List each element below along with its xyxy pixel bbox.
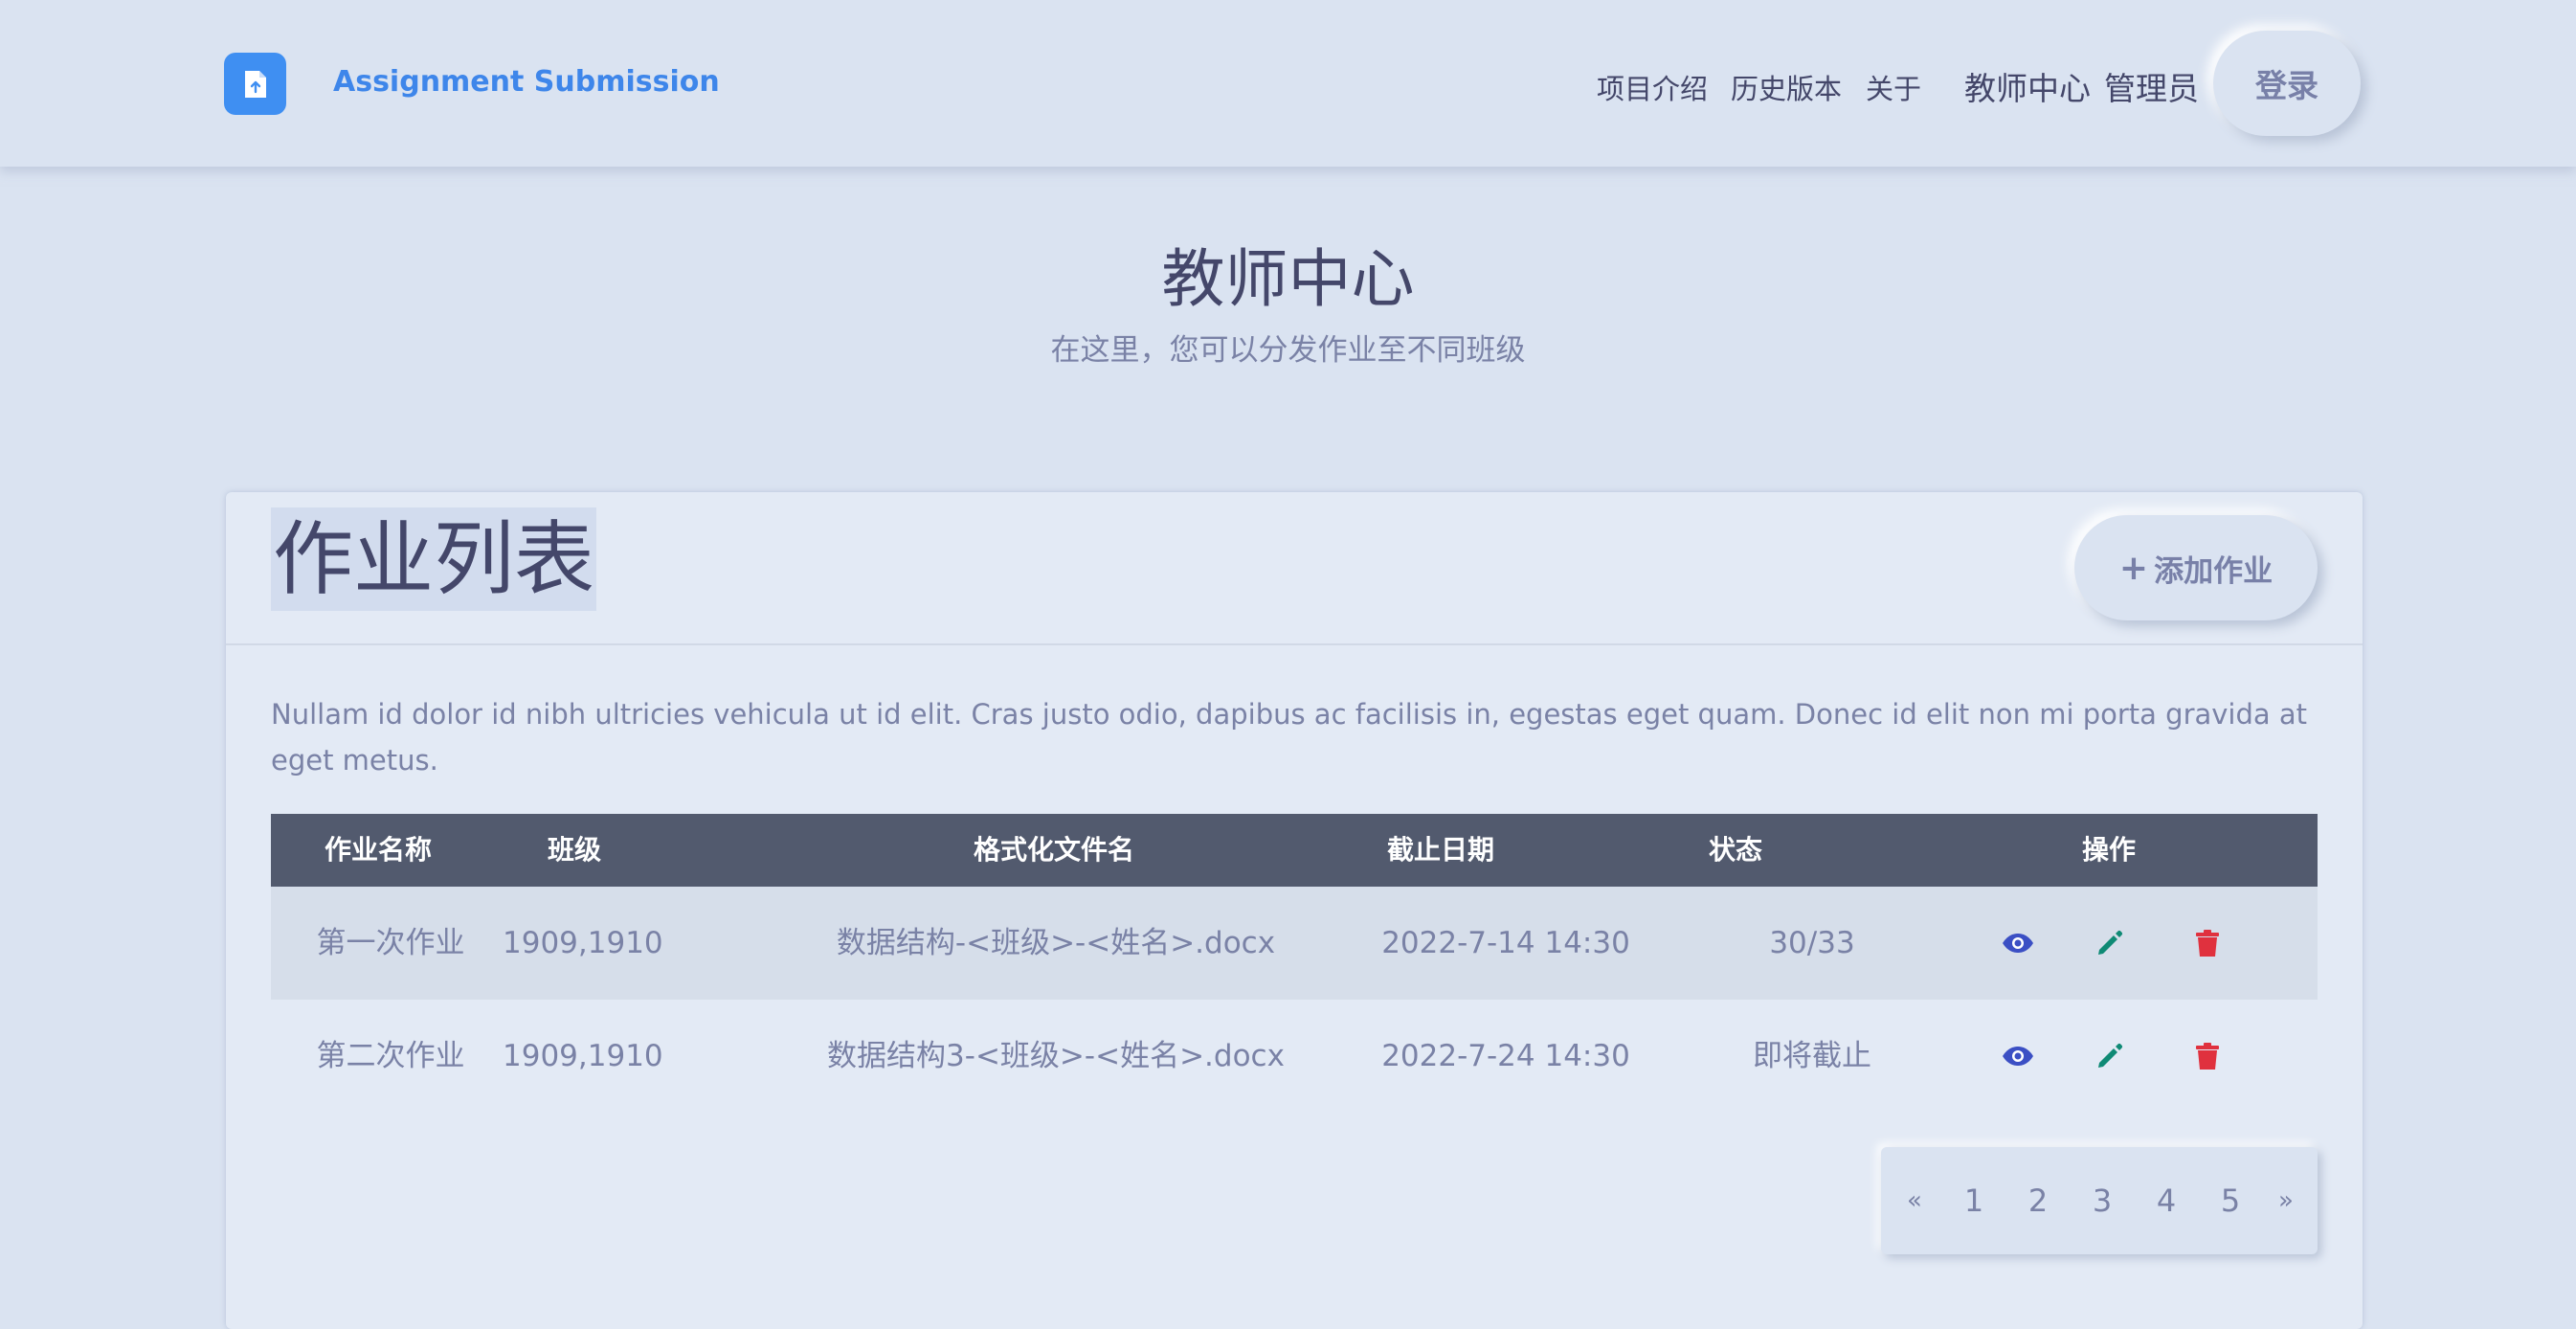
pagination-page-2[interactable]: 2 — [2008, 1147, 2068, 1254]
add-assignment-button[interactable]: + 添加作业 — [2074, 515, 2318, 620]
cell-name: 第一次作业 — [316, 926, 465, 960]
column-header-actions[interactable]: 操作 — [2061, 814, 2157, 887]
card-description: Nullam id dolor id nibh ultricies vehicu… — [271, 698, 2308, 777]
page-title: 教师中心 — [1161, 242, 1415, 316]
nav-link-project-intro[interactable]: 项目介绍 — [1597, 67, 1708, 107]
cell-filename: 数据结构-<班级>-<姓名>.docx — [836, 926, 1276, 960]
brand-name[interactable]: Assignment Submission — [333, 65, 720, 99]
column-header-status[interactable]: 状态 — [1688, 814, 1783, 887]
nav-link-about[interactable]: 关于 — [1866, 67, 1921, 107]
nav-link-admin[interactable]: 管理员 — [2104, 63, 2199, 109]
view-eye-icon[interactable] — [2000, 925, 2036, 961]
cell-deadline: 2022-7-14 14:30 — [1381, 926, 1630, 960]
file-upload-icon[interactable] — [224, 53, 286, 115]
navbar: Assignment Submission 项目介绍 历史版本 关于 教师中心 … — [0, 0, 2576, 167]
pagination-page-5[interactable]: 5 — [2201, 1147, 2260, 1254]
column-header-filename[interactable]: 格式化文件名 — [836, 814, 1272, 887]
column-header-class[interactable]: 班级 — [503, 814, 646, 887]
pagination-next[interactable]: » — [2262, 1147, 2310, 1254]
cell-name: 第二次作业 — [316, 1039, 465, 1073]
pagination-page-4[interactable]: 4 — [2137, 1147, 2196, 1254]
cell-deadline: 2022-7-24 14:30 — [1381, 1039, 1630, 1073]
cell-classes: 1909,1910 — [503, 926, 663, 960]
card-title: 作业列表 — [271, 507, 597, 611]
table-row: 第二次作业 1909,1910 数据结构3-<班级>-<姓名>.docx 202… — [271, 1000, 2318, 1113]
edit-pencil-icon[interactable] — [2092, 925, 2128, 961]
cell-status: 30/33 — [1769, 926, 1855, 960]
column-header-name[interactable]: 作业名称 — [292, 814, 464, 887]
pagination-prev[interactable]: « — [1891, 1147, 1938, 1254]
pagination-page-1[interactable]: 1 — [1944, 1147, 2004, 1254]
login-button[interactable]: 登录 — [2213, 31, 2361, 136]
delete-trash-icon[interactable] — [2189, 925, 2226, 961]
cell-filename: 数据结构3-<班级>-<姓名>.docx — [827, 1039, 1285, 1073]
pagination-page-3[interactable]: 3 — [2072, 1147, 2132, 1254]
assignment-card: 作业列表 + 添加作业 Nullam id dolor id nibh ultr… — [226, 492, 2363, 1329]
view-eye-icon[interactable] — [2000, 1038, 2036, 1074]
cell-status: 即将截止 — [1753, 1039, 1871, 1073]
edit-pencil-icon[interactable] — [2092, 1038, 2128, 1074]
add-assignment-label: 添加作业 — [2154, 553, 2274, 589]
delete-trash-icon[interactable] — [2189, 1038, 2226, 1074]
column-header-deadline[interactable]: 截止日期 — [1345, 814, 1536, 887]
pagination: « 1 2 3 4 5 » — [1881, 1147, 2318, 1254]
plus-icon: + — [2118, 548, 2149, 588]
nav-link-history[interactable]: 历史版本 — [1731, 67, 1842, 107]
page-subtitle: 在这里，您可以分发作业至不同班级 — [1050, 333, 1526, 368]
card-header: 作业列表 + 添加作业 — [226, 492, 2363, 645]
cell-classes: 1909,1910 — [503, 1039, 663, 1073]
table-header: 作业名称 班级 格式化文件名 截止日期 状态 操作 — [271, 814, 2318, 887]
nav-link-teacher-center[interactable]: 教师中心 — [1964, 63, 2091, 109]
table-row: 第一次作业 1909,1910 数据结构-<班级>-<姓名>.docx 2022… — [271, 887, 2318, 1000]
